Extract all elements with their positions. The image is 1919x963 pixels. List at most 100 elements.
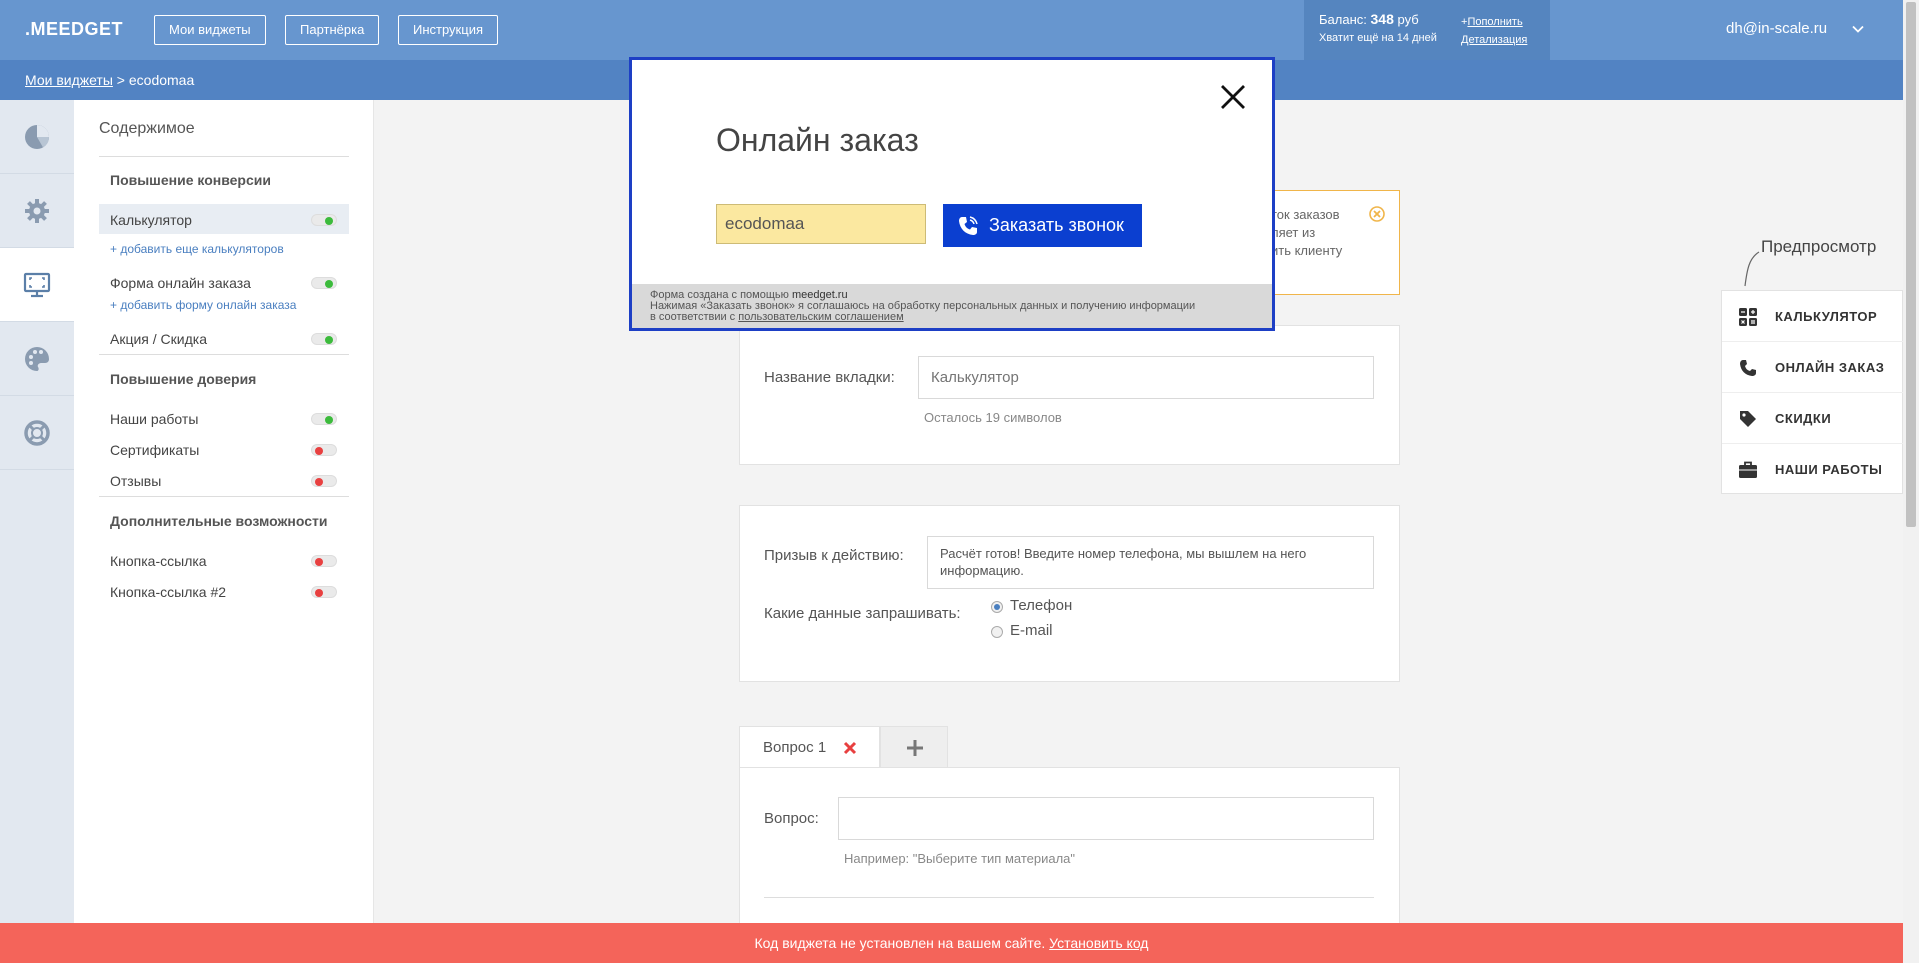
toggle-switch[interactable] [311,277,337,289]
breadcrumb-separator: > [112,72,129,88]
divider [99,496,349,497]
preview-item-label: СКИДКИ [1775,411,1832,426]
sidebar-item-link-button-2[interactable]: Кнопка-ссылка #2 [99,576,349,606]
radio-email[interactable] [991,626,1003,638]
tab-name-label: Название вкладки: [764,369,895,386]
scrollbar-thumb[interactable] [1906,2,1916,527]
balance-line: Баланс: 348 руб [1319,11,1419,27]
scrollbar[interactable] [1903,0,1919,963]
toggle-switch[interactable] [311,444,337,456]
sidebar-item-our-works[interactable]: Наши работы [99,403,349,433]
install-code-link[interactable]: Установить код [1049,935,1148,951]
preview-item-calculator[interactable]: КАЛЬКУЛЯТОР [1722,291,1904,342]
sidebar-item-certificates[interactable]: Сертификаты [99,434,349,464]
sidebar-item-calculator[interactable]: Калькулятор [99,204,349,234]
preview-item-label: НАШИ РАБОТЫ [1775,462,1883,477]
preview-item-online-order[interactable]: ОНЛАЙН ЗАКАЗ [1722,342,1904,393]
balance-links: +Пополнить Детализация [1461,13,1527,49]
content-sidebar: Содержимое Повышение конверсии Калькулят… [74,100,374,923]
sidebar-title: Содержимое [99,120,195,137]
request-data-label: Какие данные запрашивать: [764,605,961,622]
question-label: Вопрос: [764,810,819,827]
user-agreement-link[interactable]: пользовательским соглашением [738,311,903,323]
question-hint: Например: "Выберите тип материала" [844,851,1076,866]
notice-line: ляет из [1271,225,1316,240]
monitor-icon [23,272,51,298]
user-email[interactable]: dh@in-scale.ru [1726,20,1827,37]
toggle-switch[interactable] [311,586,337,598]
sidebar-item-label: Акция / Скидка [110,331,207,347]
delete-x-icon[interactable] [842,740,858,756]
lifebuoy-icon [24,420,50,446]
radio-phone[interactable] [991,601,1003,613]
modal-footer: Форма создана с помощью meedget.ru Нажим… [632,284,1272,328]
balance-value: 348 [1370,11,1394,27]
question-tab-label: Вопрос 1 [763,739,827,756]
close-icon[interactable] [1218,82,1248,112]
add-order-form-link[interactable]: + добавить форму онлайн заказа [110,298,296,312]
toggle-switch[interactable] [311,413,337,425]
preview-item-label: КАЛЬКУЛЯТОР [1775,309,1878,324]
preview-item-our-works[interactable]: НАШИ РАБОТЫ [1722,444,1904,495]
tab-name-card: Название вкладки: Осталось 19 символов [739,325,1400,465]
nav-my-widgets-button[interactable]: Мои виджеты [154,15,266,45]
preview-item-label: ОНЛАЙН ЗАКАЗ [1775,360,1885,375]
notice-line: ить клиенту [1271,243,1343,258]
section-title-conversion: Повышение конверсии [110,172,271,188]
icon-rail [0,100,74,923]
sidebar-item-label: Кнопка-ссылка #2 [110,584,227,600]
balance-currency: руб [1397,12,1419,27]
sidebar-item-label: Форма онлайн заказа [110,275,251,291]
notice-text: ток заказов ляет из ить клиенту [1271,206,1342,260]
balance-box: Баланс: 348 руб Хватит ещё на 14 дней +П… [1304,0,1550,60]
sidebar-item-link-button[interactable]: Кнопка-ссылка [99,545,349,575]
add-calculator-link[interactable]: + добавить еще калькуляторов [110,242,284,256]
rail-stats[interactable] [0,100,74,174]
cta-textarea[interactable]: Расчёт готов! Введите номер телефона, мы… [927,536,1374,589]
tag-icon [1740,411,1756,427]
rail-settings[interactable] [0,174,74,248]
nav-instructions-button[interactable]: Инструкция [398,15,498,45]
radio-email-label[interactable]: E-mail [1010,622,1053,639]
preview-menu: КАЛЬКУЛЯТОР ОНЛАЙН ЗАКАЗ СКИДКИ НАШИ РАБ… [1721,290,1904,495]
tab-name-hint: Осталось 19 символов [924,410,1062,425]
toggle-switch[interactable] [311,555,337,567]
footer-agreement-text: в соответствии с [650,311,739,323]
question-input[interactable] [838,797,1374,840]
tab-name-input[interactable] [918,356,1374,399]
preview-item-discounts[interactable]: СКИДКИ [1722,393,1904,444]
order-call-button[interactable]: Заказать звонок [943,204,1142,247]
sidebar-item-label: Калькулятор [110,212,192,228]
breadcrumb-root-link[interactable]: Мои виджеты [25,72,113,88]
tab-question-1[interactable]: Вопрос 1 [739,726,880,768]
logo[interactable]: .MEEDGET [25,19,123,40]
topup-link[interactable]: Пополнить [1467,16,1522,28]
add-question-tab[interactable] [880,726,948,768]
rail-design[interactable] [0,322,74,396]
sidebar-item-order-form[interactable]: Форма онлайн заказа [99,267,349,297]
toggle-switch[interactable] [311,333,337,345]
sidebar-item-reviews[interactable]: Отзывы [99,465,349,495]
sidebar-item-promo[interactable]: Акция / Скидка [99,323,349,353]
palette-icon [25,347,49,371]
preview-title: Предпросмотр [1761,237,1877,256]
toggle-switch[interactable] [311,475,337,487]
toggle-switch[interactable] [311,214,337,226]
curved-arrow-icon [1744,251,1760,287]
modal-phone-input[interactable]: ecodomaa [716,204,926,244]
nav-partner-button[interactable]: Партнёрка [285,15,380,45]
rail-content[interactable] [0,248,74,322]
banner-text: Код виджета не установлен на вашем сайте… [754,935,1046,951]
close-circle-icon[interactable] [1369,206,1385,222]
gear-icon [25,199,49,223]
rail-support[interactable] [0,396,74,470]
radio-phone-label[interactable]: Телефон [1010,597,1072,614]
divider [99,156,349,157]
chevron-down-icon[interactable] [1851,22,1865,36]
section-title-trust: Повышение доверия [110,371,257,387]
plus-icon [907,740,923,756]
details-link[interactable]: Детализация [1461,34,1527,46]
online-order-modal: Онлайн заказ ecodomaa Заказать звонок Фо… [629,57,1275,331]
notice-line: ток заказов [1271,207,1340,222]
phone-icon [959,216,978,235]
